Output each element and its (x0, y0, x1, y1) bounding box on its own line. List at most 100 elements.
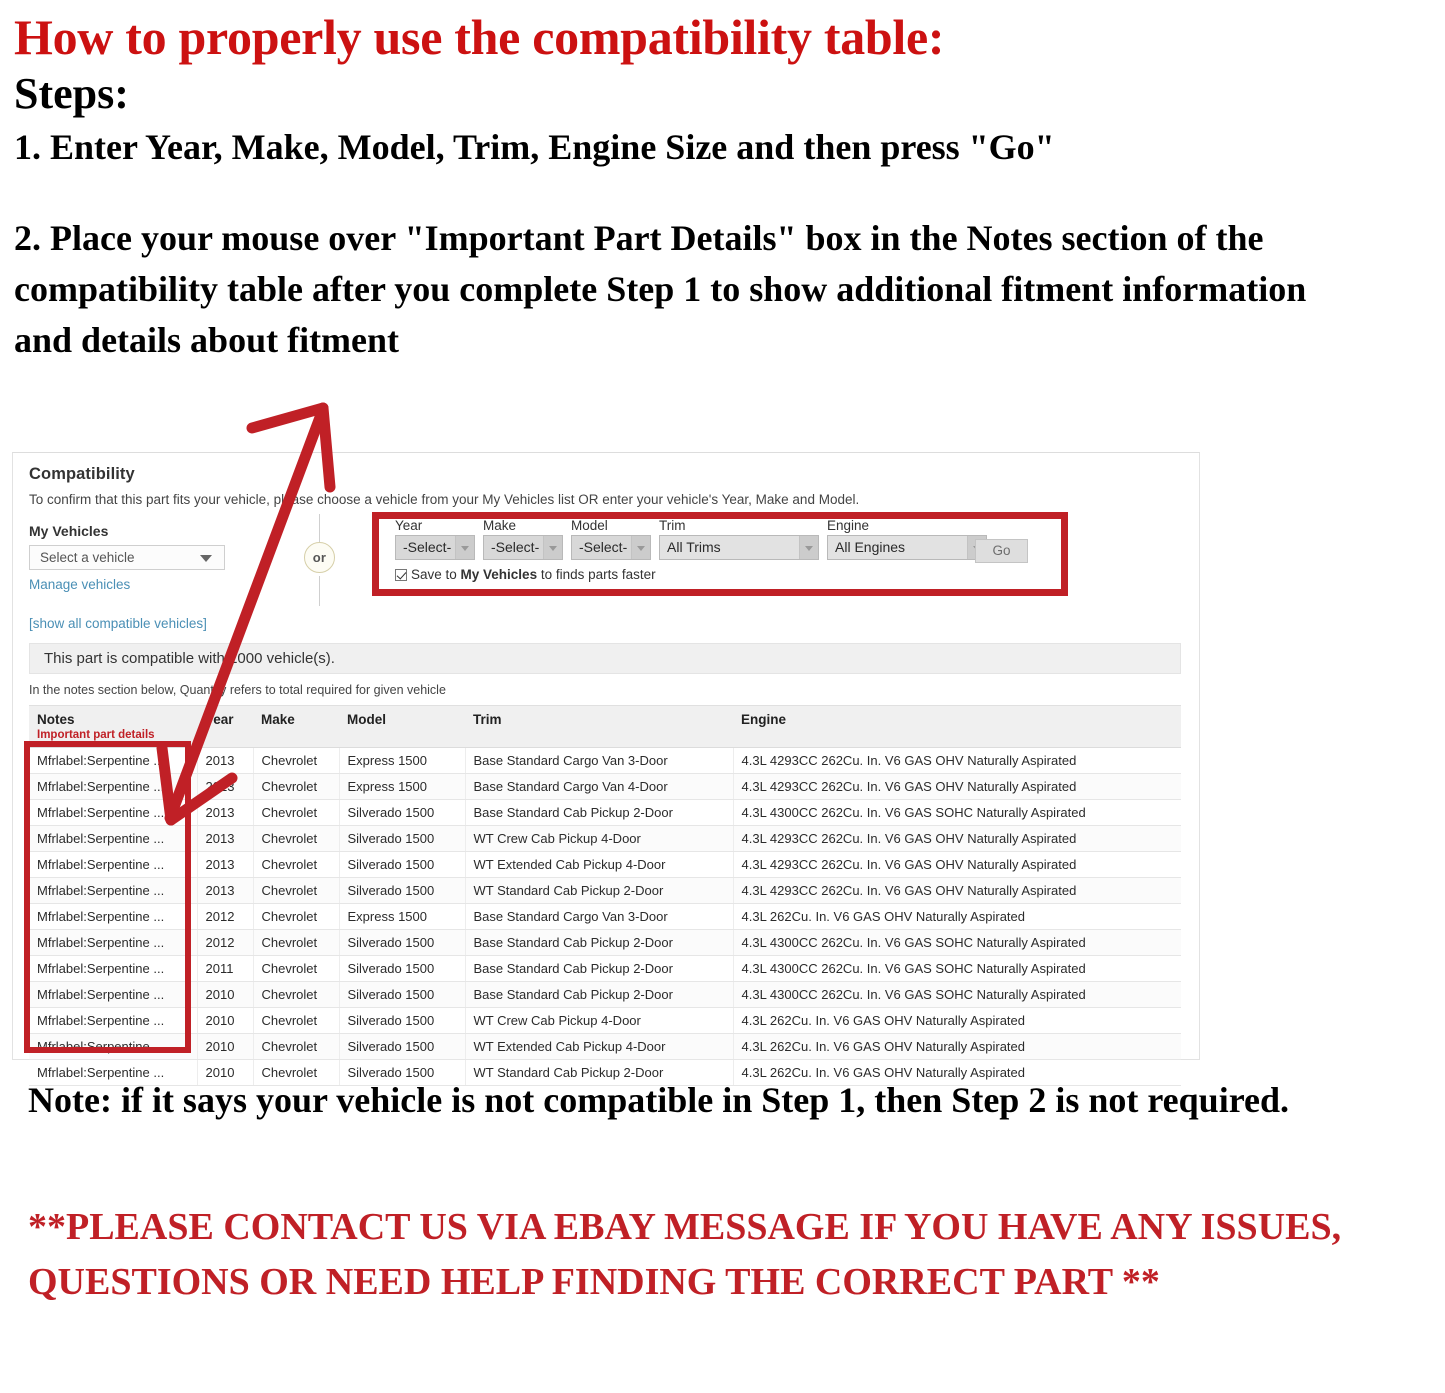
year-select-value: -Select- (403, 539, 452, 555)
cell-model: Silverado 1500 (339, 825, 466, 852)
save-to-my-vehicles-row[interactable]: Save to My Vehicles to finds parts faste… (395, 567, 656, 582)
cell-notes[interactable]: Mfrlabel:Serpentine ... (29, 1033, 198, 1060)
year-select[interactable]: -Select- (395, 535, 475, 560)
save-text-post: to finds parts faster (537, 567, 656, 582)
table-row: Mfrlabel:Serpentine ... 2010 Chevrolet Silv… (29, 981, 1181, 1008)
table-row: Mfrlabel:Serpentine ... 2010 Chevrolet Silv… (29, 1033, 1181, 1060)
cell-year: 2013 (197, 799, 254, 826)
trim-field: Trim All Trims (659, 518, 819, 560)
column-header-engine: Engine (733, 705, 1181, 748)
important-part-details-label: Important part details (37, 729, 155, 741)
cell-trim: Base Standard Cab Pickup 2-Door (465, 955, 734, 982)
cell-trim: WT Extended Cab Pickup 4-Door (465, 851, 734, 878)
cell-notes[interactable]: Mfrlabel:Serpentine ... (29, 773, 198, 800)
cell-notes[interactable]: Mfrlabel:Serpentine ... (29, 877, 198, 904)
table-row: Mfrlabel:Serpentine ... 2013 Chevrolet Silv… (29, 799, 1181, 826)
cell-make: Chevrolet (253, 1007, 340, 1034)
cell-notes[interactable]: Mfrlabel:Serpentine ... (29, 825, 198, 852)
cell-notes[interactable]: Mfrlabel:Serpentine ... (29, 1007, 198, 1034)
table-row: Mfrlabel:Serpentine ... 2010 Chevrolet Silv… (29, 1007, 1181, 1034)
column-header-make: Make (253, 705, 339, 748)
table-row: Mfrlabel:Serpentine ... 2012 Chevrolet Expr… (29, 903, 1181, 930)
chevron-down-icon (200, 555, 212, 562)
table-row: Mfrlabel:Serpentine ... 2013 Chevrolet Silv… (29, 851, 1181, 878)
cell-notes[interactable]: Mfrlabel:Serpentine ... (29, 929, 198, 956)
cell-notes[interactable]: Mfrlabel:Serpentine ... (29, 981, 198, 1008)
make-select[interactable]: -Select- (483, 535, 563, 560)
my-vehicles-select[interactable]: Select a vehicle (29, 545, 225, 570)
cell-trim: WT Crew Cab Pickup 4-Door (465, 825, 734, 852)
cell-year: 2010 (197, 981, 254, 1008)
cell-year: 2013 (197, 877, 254, 904)
notes-quantity-hint: In the notes section below, Quantity ref… (29, 683, 446, 697)
make-field: Make -Select- (483, 518, 563, 560)
cell-notes[interactable]: Mfrlabel:Serpentine ... (29, 955, 198, 982)
model-select[interactable]: -Select- (571, 535, 651, 560)
cell-trim: WT Extended Cab Pickup 4-Door (465, 1033, 734, 1060)
cell-year: 2012 (197, 903, 254, 930)
cell-engine: 4.3L 4293CC 262Cu. In. V6 GAS OHV Natura… (733, 851, 1181, 878)
table-row: Mfrlabel:Serpentine ... 2013 Chevrolet Expr… (29, 747, 1181, 774)
compatibility-table-body: Mfrlabel:Serpentine ... 2013 Chevrolet Expr… (29, 747, 1181, 1086)
cell-engine: 4.3L 4300CC 262Cu. In. V6 GAS SOHC Natur… (733, 929, 1181, 956)
footer-note: Note: if it says your vehicle is not com… (28, 1080, 1290, 1120)
go-button[interactable]: Go (975, 539, 1028, 563)
cell-trim: WT Crew Cab Pickup 4-Door (465, 1007, 734, 1034)
year-field-label: Year (395, 518, 423, 533)
steps-label: Steps: (14, 69, 129, 118)
cell-engine: 4.3L 4300CC 262Cu. In. V6 GAS SOHC Natur… (733, 799, 1181, 826)
engine-select[interactable]: All Engines (827, 535, 987, 560)
cell-notes[interactable]: Mfrlabel:Serpentine ... (29, 903, 198, 930)
show-all-compatible-vehicles-link[interactable]: [show all compatible vehicles] (29, 616, 207, 631)
table-row: Mfrlabel:Serpentine ... 2011 Chevrolet Silv… (29, 955, 1181, 982)
cell-make: Chevrolet (253, 773, 340, 800)
cell-engine: 4.3L 4300CC 262Cu. In. V6 GAS SOHC Natur… (733, 955, 1181, 982)
my-vehicles-label: My Vehicles (29, 523, 109, 539)
step-1-text: 1. Enter Year, Make, Model, Trim, Engine… (14, 127, 1055, 168)
engine-field-label: Engine (827, 518, 870, 533)
cell-year: 2012 (197, 929, 254, 956)
cell-year: 2013 (197, 747, 254, 774)
cell-notes[interactable]: Mfrlabel:Serpentine ... (29, 799, 198, 826)
save-text-pre: Save to (411, 567, 461, 582)
cell-make: Chevrolet (253, 799, 340, 826)
compatibility-count-banner: This part is compatible with 1000 vehicl… (29, 643, 1181, 674)
cell-engine: 4.3L 4293CC 262Cu. In. V6 GAS OHV Natura… (733, 773, 1181, 800)
trim-select[interactable]: All Trims (659, 535, 819, 560)
page-title: How to properly use the compatibility ta… (14, 9, 945, 65)
save-to-my-vehicles-checkbox[interactable] (395, 569, 407, 581)
cell-model: Silverado 1500 (339, 1033, 466, 1060)
cell-make: Chevrolet (253, 903, 340, 930)
table-row: Mfrlabel:Serpentine ... 2013 Chevrolet Expr… (29, 773, 1181, 800)
cell-engine: 4.3L 262Cu. In. V6 GAS OHV Naturally Asp… (733, 1007, 1181, 1034)
column-header-notes: Notes Important part details (29, 705, 197, 748)
cell-model: Express 1500 (339, 773, 466, 800)
manage-vehicles-link[interactable]: Manage vehicles (29, 577, 130, 592)
cell-model: Silverado 1500 (339, 929, 466, 956)
cell-trim: WT Standard Cab Pickup 2-Door (465, 877, 734, 904)
table-row: Mfrlabel:Serpentine ... 2012 Chevrolet Silv… (29, 929, 1181, 956)
cell-engine: 4.3L 262Cu. In. V6 GAS OHV Naturally Asp… (733, 903, 1181, 930)
cell-make: Chevrolet (253, 825, 340, 852)
cell-trim: Base Standard Cab Pickup 2-Door (465, 799, 734, 826)
table-row: Mfrlabel:Serpentine ... 2013 Chevrolet Silv… (29, 825, 1181, 852)
cell-notes[interactable]: Mfrlabel:Serpentine ... (29, 747, 198, 774)
cell-make: Chevrolet (253, 929, 340, 956)
model-field-label: Model (571, 518, 608, 533)
table-header-row: Notes Important part details Year Make M… (29, 705, 1181, 748)
compatibility-table: Notes Important part details Year Make M… (29, 705, 1181, 1086)
engine-field: Engine All Engines (827, 518, 987, 560)
vehicle-finder-form: Year -Select- Make -Select- Model -Selec… (395, 518, 1055, 590)
cell-engine: 4.3L 262Cu. In. V6 GAS OHV Naturally Asp… (733, 1033, 1181, 1060)
cell-year: 2010 (197, 1033, 254, 1060)
cell-trim: Base Standard Cargo Van 3-Door (465, 747, 734, 774)
cell-model: Silverado 1500 (339, 955, 466, 982)
chevron-down-icon (543, 536, 562, 559)
cell-model: Silverado 1500 (339, 799, 466, 826)
cell-notes[interactable]: Mfrlabel:Serpentine ... (29, 851, 198, 878)
cell-model: Silverado 1500 (339, 877, 466, 904)
cell-make: Chevrolet (253, 747, 340, 774)
compatibility-heading: Compatibility (29, 465, 135, 483)
trim-select-value: All Trims (667, 539, 721, 555)
my-vehicles-select-value: Select a vehicle (40, 550, 135, 565)
